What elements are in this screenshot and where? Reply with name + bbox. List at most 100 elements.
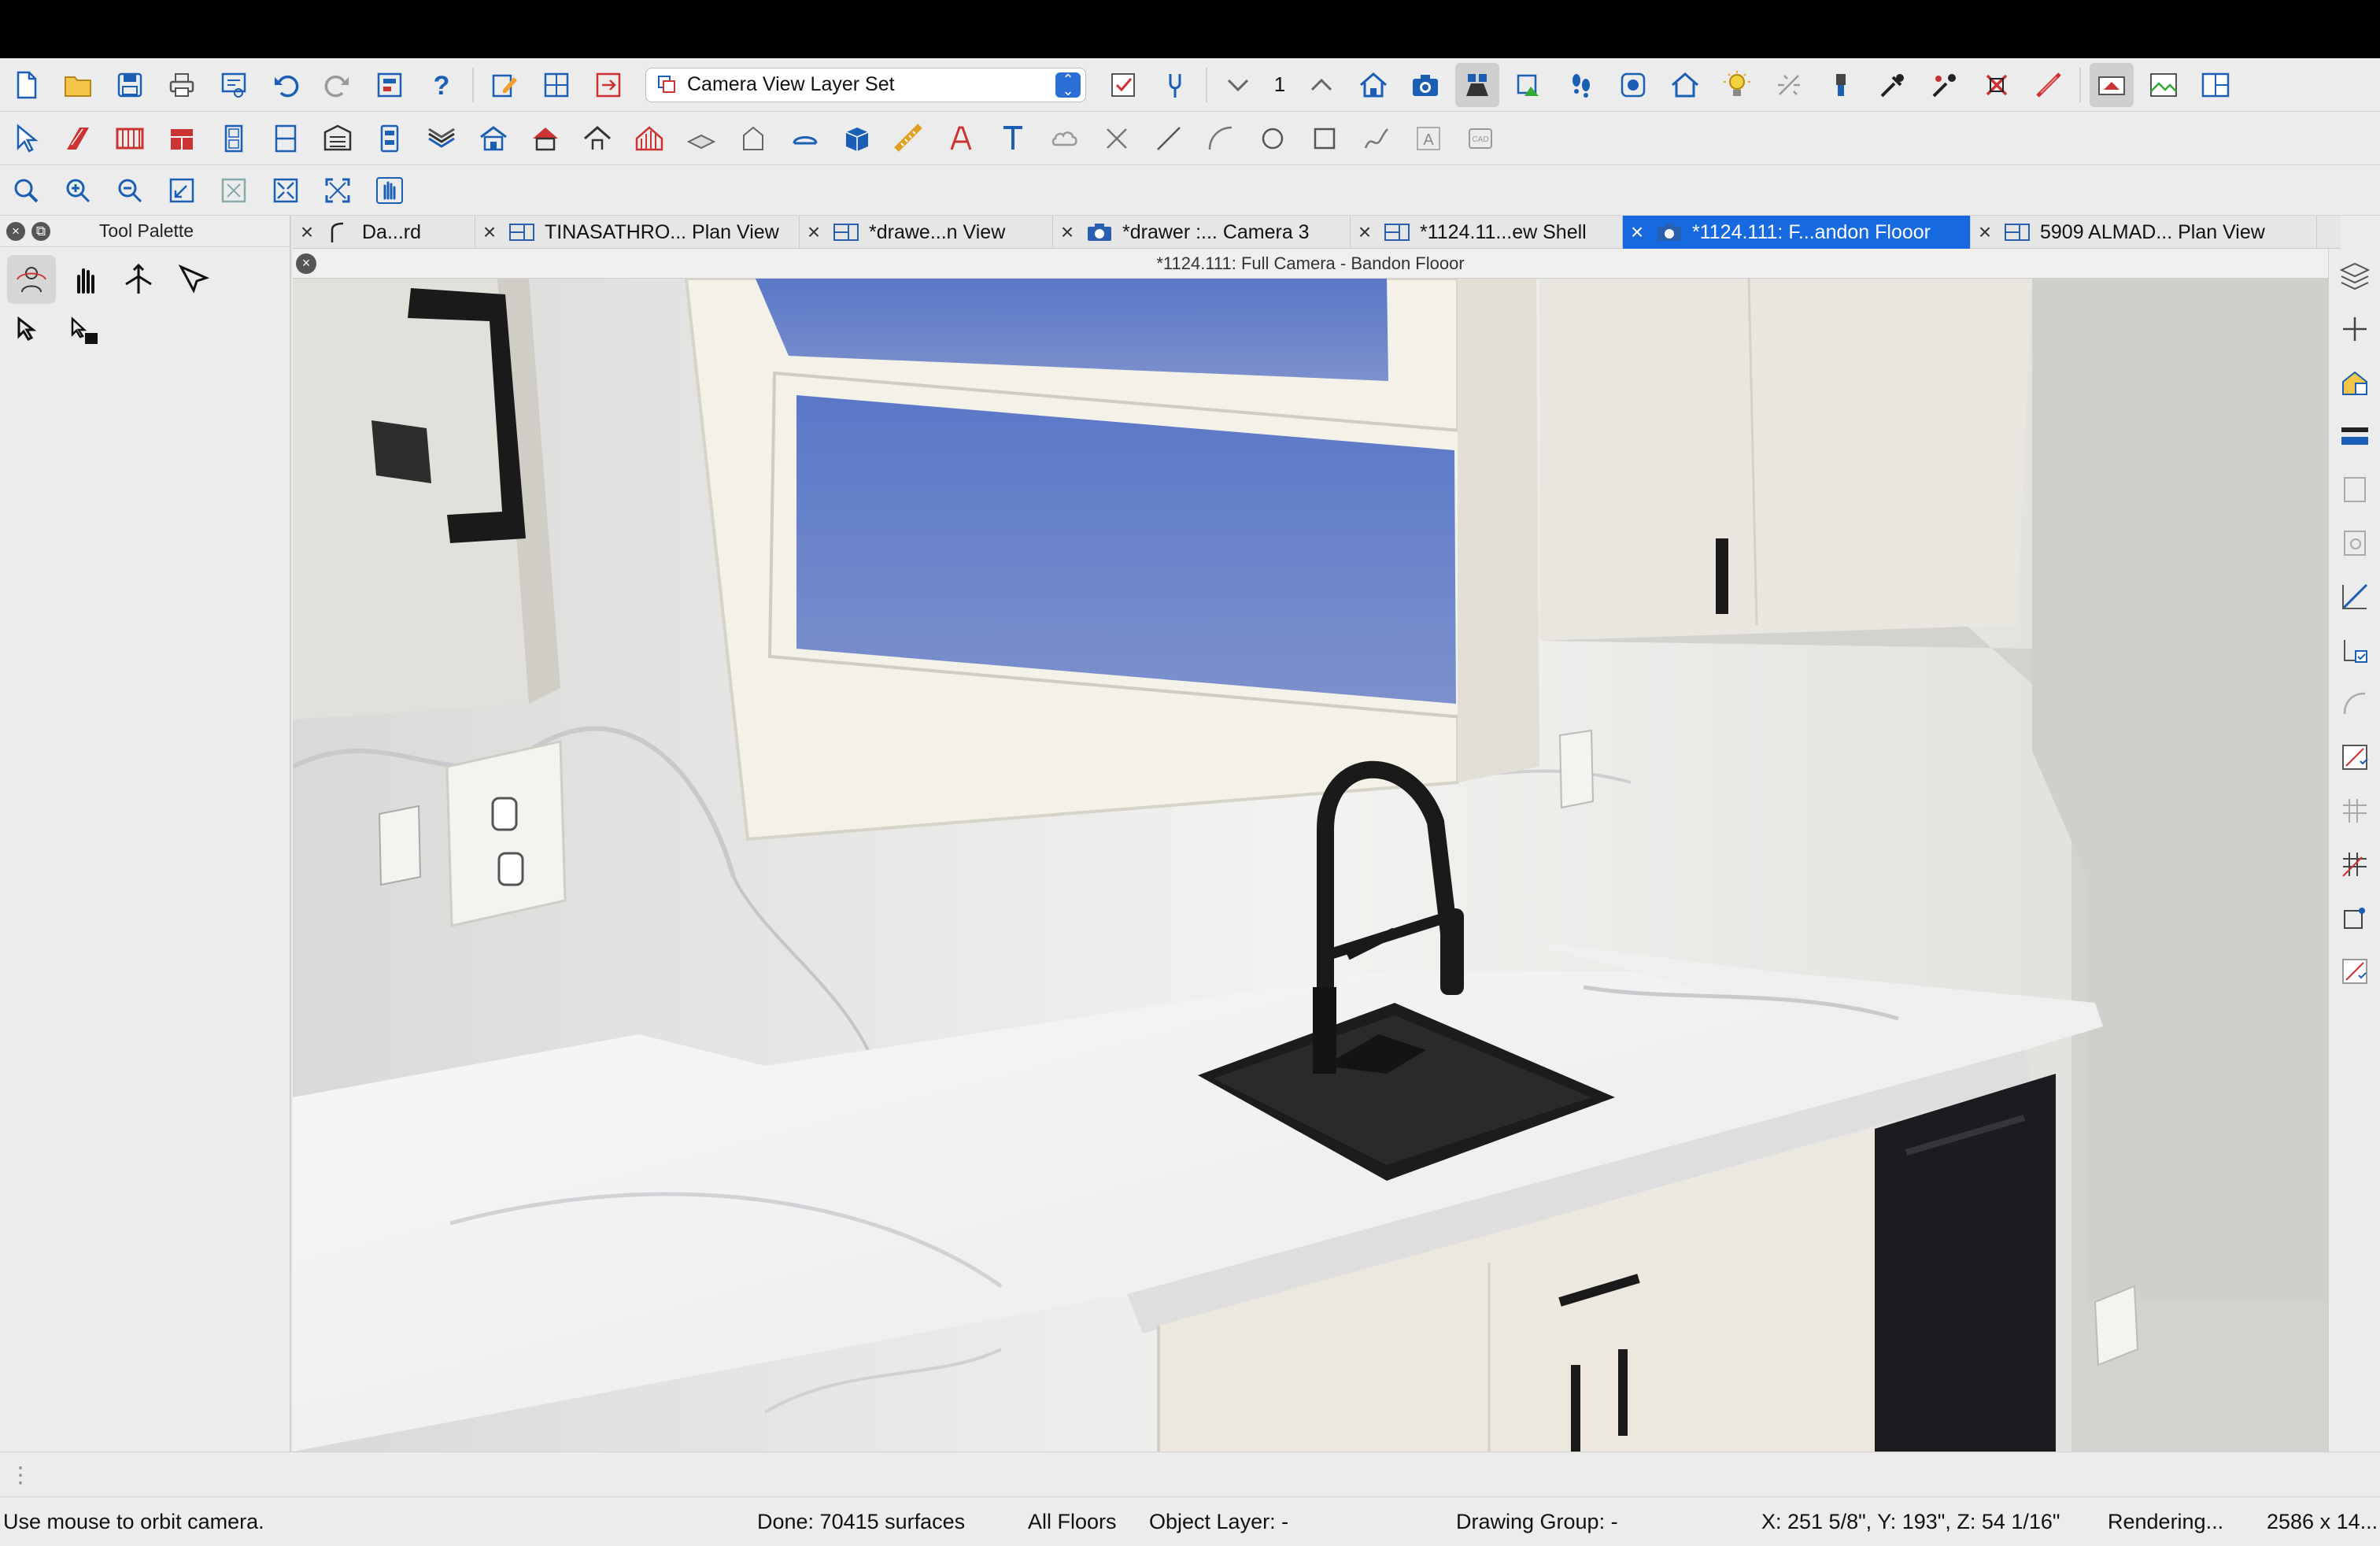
text-tools-button[interactable] [991, 117, 1035, 161]
layers-icon[interactable] [2334, 255, 2375, 296]
help-button[interactable]: ? [419, 63, 464, 107]
sun-angle-button[interactable] [1767, 63, 1811, 107]
dimension-icon[interactable] [2334, 576, 2375, 617]
grid-icon[interactable] [2334, 844, 2375, 885]
cad-block-button[interactable]: CAD [1458, 117, 1502, 161]
dimension-tools-button[interactable] [887, 117, 931, 161]
pan-hand-button[interactable] [368, 168, 412, 213]
new-file-button[interactable] [4, 63, 48, 107]
draw-circle-button[interactable] [1251, 117, 1295, 161]
tab-close-icon[interactable]: × [1623, 220, 1651, 245]
up-one-floor-button[interactable] [1299, 63, 1343, 107]
preferences-button[interactable] [368, 63, 412, 107]
edit-object-button[interactable] [482, 63, 527, 107]
tab-close-icon[interactable]: × [1971, 220, 1999, 245]
wall-type-icon[interactable] [2334, 416, 2375, 457]
select-objects-button[interactable] [4, 117, 48, 161]
draw-line-button[interactable] [1147, 117, 1191, 161]
lights-button[interactable] [1715, 63, 1759, 107]
delete-surface-button[interactable] [1975, 63, 2019, 107]
wall-tools-button[interactable] [56, 117, 100, 161]
full-camera-button[interactable] [1455, 62, 1499, 107]
camera-viewport[interactable] [293, 279, 2328, 1452]
draw-arc-button[interactable] [1199, 117, 1243, 161]
search-library-icon[interactable] [2334, 523, 2375, 564]
terrain-tools-button[interactable] [679, 117, 723, 161]
roof-tools-button[interactable] [419, 117, 464, 161]
draw-spline-button[interactable] [1354, 117, 1399, 161]
down-one-floor-button[interactable] [1216, 63, 1260, 107]
undo-button[interactable] [264, 63, 308, 107]
print-preview-button[interactable] [212, 63, 256, 107]
angle-snap-icon[interactable] [2334, 683, 2375, 724]
reference-icon[interactable] [2334, 897, 2375, 938]
eyedropper-button[interactable] [1871, 63, 1915, 107]
kitchen-render[interactable] [293, 279, 2328, 1452]
palette-close-icon[interactable]: × [6, 221, 25, 241]
object-info-icon[interactable] [2334, 362, 2375, 403]
look-camera-tool[interactable] [7, 307, 56, 356]
dormer-tools-button[interactable] [575, 117, 619, 161]
fill-window-building-button[interactable] [264, 168, 308, 213]
plumbing-button[interactable] [1153, 63, 1197, 107]
footprints-button[interactable] [1559, 63, 1603, 107]
home-view-button[interactable] [1351, 63, 1395, 107]
resize-grip-icon[interactable]: ⋮ [9, 1462, 31, 1488]
draw-box-button[interactable] [1303, 117, 1347, 161]
tab-close-icon[interactable]: × [475, 220, 504, 245]
build-house-button[interactable] [471, 117, 516, 161]
camera-settings-tool[interactable] [61, 307, 109, 356]
move-camera-tool[interactable] [114, 255, 163, 304]
room-tools-button[interactable] [368, 117, 412, 161]
view-tab[interactable]: × *1124.111: F...andon Flooor [1623, 216, 1971, 249]
view-tab[interactable]: × *1124.11...ew Shell [1351, 216, 1623, 249]
object-snap-icon[interactable] [2334, 737, 2375, 778]
house-view-button[interactable] [1663, 63, 1707, 107]
view-tab[interactable]: × 5909 ALMAD... Plan View [1971, 216, 2317, 249]
cad-cloud-button[interactable] [1043, 117, 1087, 161]
record-walkthrough-button[interactable] [1611, 63, 1655, 107]
panel-icon[interactable] [2334, 469, 2375, 510]
stairs-tools-button[interactable] [316, 117, 360, 161]
text-macro-button[interactable]: A [1406, 117, 1451, 161]
framing-tools-button[interactable] [627, 117, 671, 161]
walkthrough-button[interactable] [1507, 63, 1551, 107]
tilt-camera-tool[interactable] [168, 255, 216, 304]
tab-close-icon[interactable]: × [1053, 220, 1081, 245]
palette-undock-icon[interactable]: ⧉ [31, 221, 50, 241]
add-icon[interactable] [2334, 309, 2375, 350]
view-tab[interactable]: × Da...rd [293, 216, 475, 249]
display-options-button[interactable] [2090, 62, 2134, 107]
railing-tools-button[interactable] [108, 117, 152, 161]
view-image-button[interactable] [2142, 63, 2186, 107]
tab-close-icon[interactable]: × [293, 220, 321, 245]
view-tab[interactable]: × *drawe...n View [800, 216, 1053, 249]
tab-close-icon[interactable]: × [800, 220, 828, 245]
save-button[interactable] [108, 63, 152, 107]
tool-settings-icon[interactable] [2334, 951, 2375, 992]
redo-button[interactable] [316, 63, 360, 107]
text-style-button[interactable] [939, 117, 983, 161]
plan-layout-button[interactable] [534, 63, 578, 107]
grid-snap-icon[interactable] [2334, 790, 2375, 831]
view-tab[interactable]: × *drawer :... Camera 3 [1053, 216, 1351, 249]
layer-set-dropdown[interactable]: Camera View Layer Set ⌃ ⌄ [645, 67, 1086, 102]
3d-solid-button[interactable] [835, 117, 879, 161]
zoom-in-button[interactable] [56, 168, 100, 213]
adjust-material-button[interactable] [1923, 63, 1967, 107]
zoom-out-button[interactable] [108, 168, 152, 213]
measure-button[interactable] [2027, 63, 2071, 107]
pan-camera-tool[interactable] [61, 255, 109, 304]
layer-display-button[interactable] [1101, 63, 1145, 107]
door-tools-button[interactable] [212, 117, 256, 161]
tab-close-icon[interactable]: × [1351, 220, 1379, 245]
slab-tools-button[interactable] [783, 117, 827, 161]
send-to-layout-button[interactable] [586, 63, 630, 107]
build-roof-button[interactable] [523, 117, 567, 161]
view-tab[interactable]: × TINASATHRO... Plan View [475, 216, 800, 249]
material-painter-button[interactable] [1819, 63, 1863, 107]
shape-tools-button[interactable] [731, 117, 775, 161]
view-close-icon[interactable]: × [296, 253, 316, 274]
fill-window-all-button[interactable] [316, 168, 360, 213]
zoom-box-button[interactable] [4, 168, 48, 213]
